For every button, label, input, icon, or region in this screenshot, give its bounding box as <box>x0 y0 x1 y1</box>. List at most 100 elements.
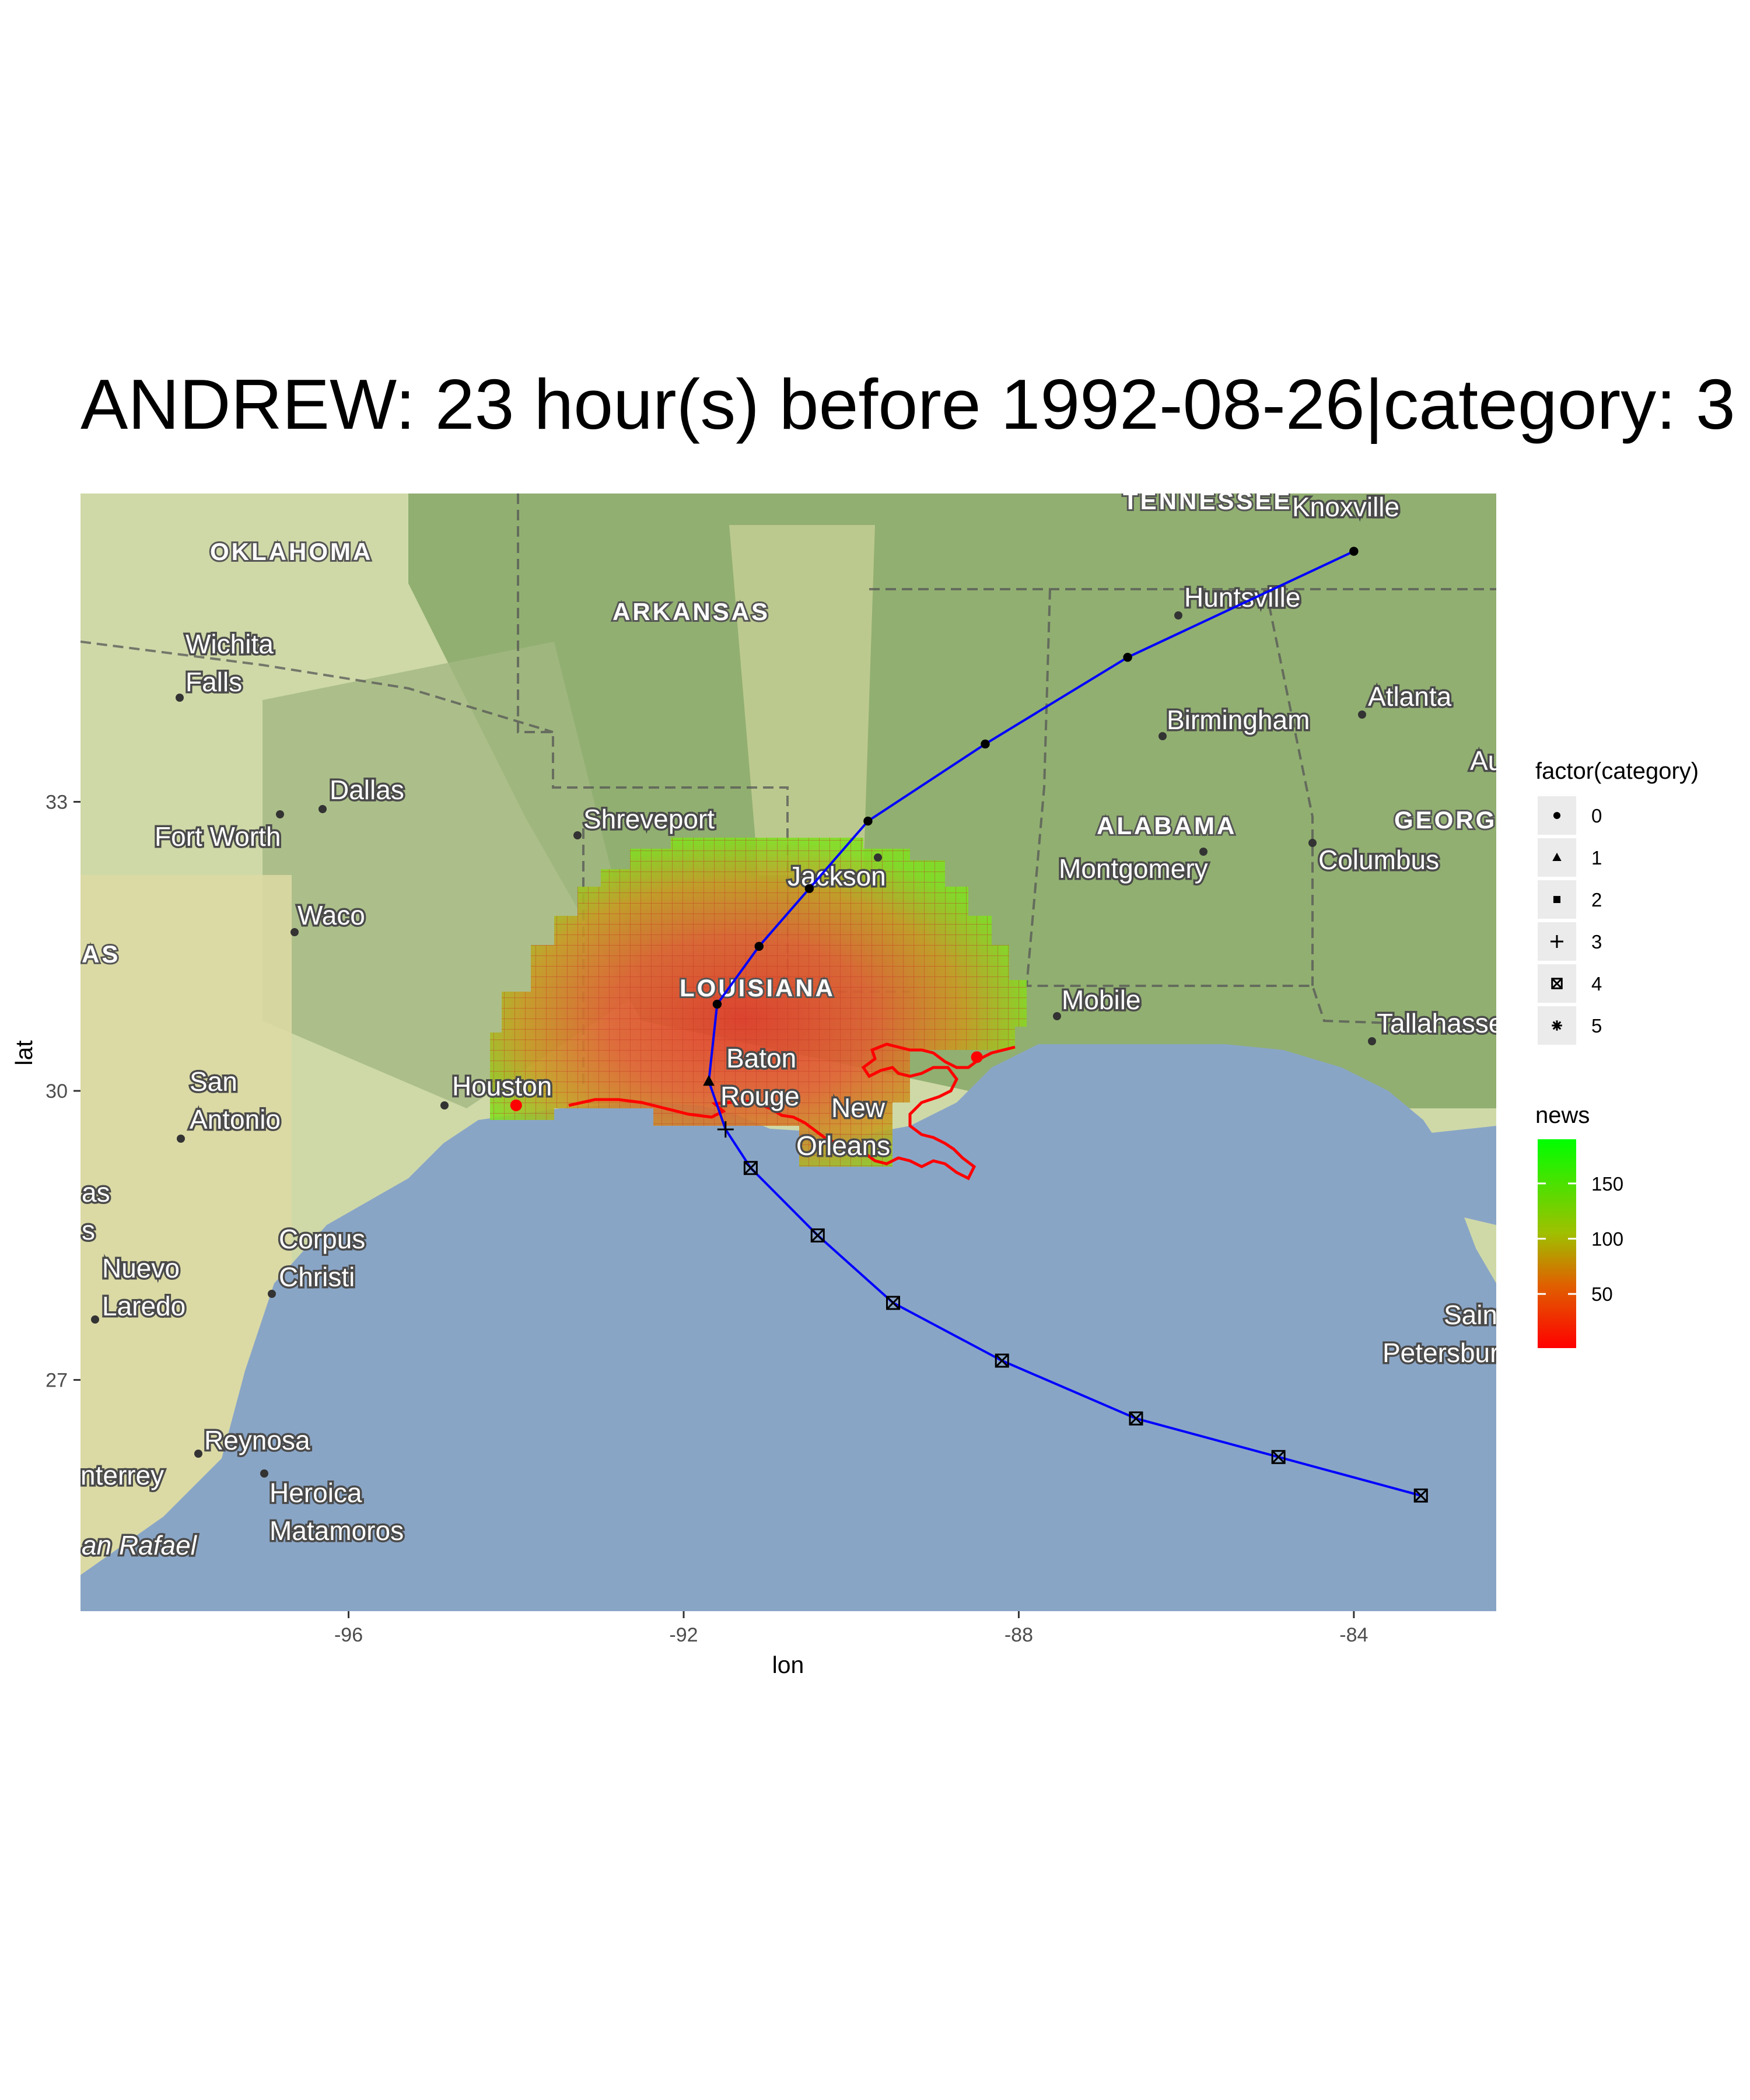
map-label-huntsville: Huntsville <box>1184 582 1300 612</box>
city-dot <box>1174 611 1182 620</box>
map-label-wichita: Wichita <box>186 629 274 659</box>
x-tick-label: -92 <box>669 1624 698 1646</box>
legend-category-entry: 2 <box>1538 880 1602 919</box>
map-label-houston: Houston <box>452 1071 552 1101</box>
legend-category-label: 3 <box>1591 931 1602 953</box>
city-dot <box>91 1315 99 1324</box>
map-label-shreveport: Shreveport <box>583 804 715 834</box>
x-tick-label: -88 <box>1005 1624 1033 1646</box>
marker-circle <box>1123 653 1132 662</box>
y-tick-label: 30 <box>46 1080 68 1102</box>
map-label-christi: Christi <box>279 1262 355 1292</box>
map-label-san: San <box>190 1066 237 1097</box>
map-label-corpus: Corpus <box>279 1224 365 1254</box>
map-label-falls: Falls <box>186 667 242 697</box>
legend-category-entry: 4 <box>1538 964 1602 1003</box>
map-label-san-rafael: an Rafael <box>82 1530 198 1560</box>
map-label-nuevo: Nuevo <box>102 1253 180 1283</box>
city-dot <box>194 1450 202 1458</box>
marker-asterisk <box>1552 1020 1562 1031</box>
map-label-arkansas: ARKANSAS <box>612 598 770 625</box>
marker-circle <box>754 942 764 951</box>
city-dot <box>268 1290 276 1298</box>
map-label-jackson: Jackson <box>788 861 886 891</box>
city-dot <box>276 810 284 818</box>
map-label-orleans: Orleans <box>796 1130 890 1161</box>
map-label-new: New <box>831 1093 886 1123</box>
colorbar-tick-label: 100 <box>1591 1228 1623 1250</box>
map-label-texas-fragment-2: s <box>82 1215 95 1245</box>
map-label-montgomery: Montgomery <box>1059 853 1208 884</box>
map-label-mobile: Mobile <box>1062 985 1141 1015</box>
y-tick-label: 33 <box>46 792 68 814</box>
map-label-fort-worth: Fort Worth <box>155 821 281 852</box>
colorbar-tick-label: 150 <box>1591 1173 1623 1195</box>
marker-circle <box>804 884 814 893</box>
city-dot <box>1053 1012 1061 1020</box>
track-point <box>712 999 722 1009</box>
map-label-knoxville: Knoxville <box>1292 492 1399 522</box>
map-label-tallahassee: Tallahassee <box>1377 1008 1518 1038</box>
map-label-petersburg: Petersburg <box>1382 1338 1514 1368</box>
map-label-rouge: Rouge <box>720 1081 800 1111</box>
map-chart: OKLAHOMA ARKANSAS LOUISIANA ALABAMA TENN… <box>10 487 1699 1678</box>
y-tick-label: 27 <box>46 1370 68 1392</box>
track-point <box>981 739 990 749</box>
map-label-saint: Saint <box>1444 1300 1505 1330</box>
colorbar-tick-label: 50 <box>1591 1283 1613 1305</box>
city-dot <box>1358 710 1366 719</box>
x-axis: -96 -92 -88 -84 <box>334 1611 1368 1646</box>
city-dot <box>260 1469 268 1478</box>
legend-category-label: 4 <box>1591 973 1602 995</box>
map-label-antonio: Antonio <box>190 1104 281 1135</box>
y-axis-title: lat <box>10 1040 37 1066</box>
marker-circle <box>1553 811 1561 820</box>
marker-square <box>1553 895 1561 904</box>
legend-category-title: factor(category) <box>1535 758 1699 784</box>
map-label-louisiana: LOUISIANA <box>680 974 835 1002</box>
map-label-reynosa: Reynosa <box>204 1425 310 1455</box>
track-point <box>754 942 764 951</box>
map-label-monterrey-partial: nterrey <box>80 1460 164 1490</box>
city-dot <box>440 1101 449 1110</box>
coast-endpoint-marker <box>510 1099 522 1111</box>
map-label-birmingham: Birmingham <box>1167 705 1310 735</box>
map-label-texas-fragment-1: as <box>82 1177 110 1208</box>
legend-category-entry: 3 <box>1538 922 1602 961</box>
legend-category-label: 5 <box>1591 1015 1602 1037</box>
legend-category-entries: 0 1 2 3 4 5 <box>1538 796 1602 1045</box>
track-point <box>804 884 814 893</box>
legend-news: news 150 100 50 <box>1535 1102 1623 1348</box>
y-axis: 27 30 33 <box>46 792 80 1392</box>
city-dot <box>290 928 299 936</box>
map-label-dallas: Dallas <box>330 775 404 805</box>
x-tick-label: -84 <box>1339 1624 1368 1646</box>
legend-category-label: 1 <box>1591 847 1602 869</box>
track-point <box>1349 547 1359 556</box>
marker-circle <box>981 739 990 749</box>
city-dot <box>874 853 882 862</box>
track-point <box>863 816 873 826</box>
city-dot <box>1368 1037 1376 1045</box>
map-label-oklahoma: OKLAHOMA <box>210 538 373 565</box>
marker-circle <box>863 816 873 826</box>
city-dot <box>1158 732 1167 740</box>
legend-category-label: 2 <box>1591 889 1602 911</box>
city-dot <box>573 831 582 839</box>
x-axis-title: lon <box>772 1651 804 1678</box>
map-label-georgia: GEORGI <box>1394 806 1506 834</box>
marker-circle <box>712 999 722 1009</box>
city-dot <box>177 1135 185 1143</box>
legend-category-entry: 0 <box>1538 796 1602 835</box>
coast-endpoint-marker <box>971 1051 983 1063</box>
legend-category-entry: 5 <box>1538 1006 1602 1045</box>
x-tick-label: -96 <box>334 1624 363 1646</box>
map-label-heroica: Heroica <box>270 1478 362 1508</box>
map-label-laredo: Laredo <box>102 1291 186 1321</box>
legend-category-label: 0 <box>1591 805 1602 827</box>
map-label-tennessee: TENNESSEE <box>1123 487 1292 514</box>
map-label-alabama: ALABAMA <box>1097 812 1237 839</box>
city-dot <box>1199 848 1208 856</box>
map-panel: OKLAHOMA ARKANSAS LOUISIANA ALABAMA TENN… <box>80 487 1518 1611</box>
map-label-baton: Baton <box>726 1043 796 1073</box>
